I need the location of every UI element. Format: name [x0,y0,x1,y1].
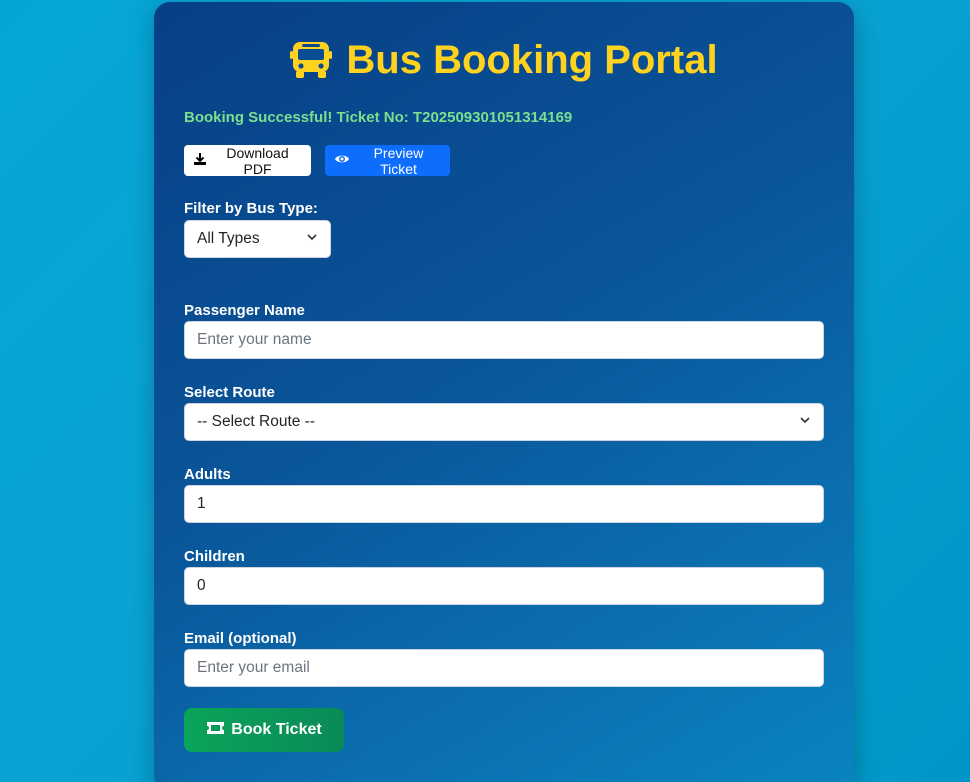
booking-success-message: Booking Successful! Ticket No: T20250930… [184,109,573,126]
title-text: Bus Booking Portal [346,37,718,82]
bus-type-filter-label: Filter by Bus Type: [184,200,318,217]
children-input[interactable]: 0 [184,567,824,605]
passenger-name-input[interactable]: Enter your name [184,321,824,359]
route-select[interactable]: -- Select Route -- [184,403,824,441]
download-icon [193,152,207,169]
book-ticket-button[interactable]: Book Ticket [184,708,344,752]
preview-ticket-label: Preview Ticket [373,144,424,177]
eye-icon [334,152,350,169]
bus-type-selected: All Types [197,230,260,247]
ticket-icon [206,721,225,740]
children-value: 0 [197,577,206,594]
bus-icon [290,39,333,81]
chevron-down-icon [306,230,318,248]
download-pdf-label: Download PDF [226,144,289,177]
route-label: Select Route [184,384,275,401]
adults-label: Adults [184,466,231,483]
email-label: Email (optional) [184,630,297,647]
passenger-name-label: Passenger Name [184,302,305,319]
preview-ticket-button[interactable]: Preview Ticket [325,144,450,177]
download-pdf-button[interactable]: Download PDF [184,144,311,177]
page-title: Bus Booking Portal [154,36,854,84]
adults-input[interactable]: 1 [184,485,824,523]
booking-card: Bus Booking Portal Booking Successful! T… [154,2,854,782]
children-label: Children [184,548,245,565]
adults-value: 1 [197,495,206,512]
ticket-actions: Download PDF Preview Ticket [184,144,450,177]
book-ticket-label: Book Ticket [231,721,322,738]
bus-type-select[interactable]: All Types [184,220,331,258]
email-input[interactable]: Enter your email [184,649,824,687]
route-selected: -- Select Route -- [197,413,316,430]
chevron-down-icon [799,413,811,431]
passenger-name-placeholder: Enter your name [197,331,312,348]
email-placeholder: Enter your email [197,659,310,676]
